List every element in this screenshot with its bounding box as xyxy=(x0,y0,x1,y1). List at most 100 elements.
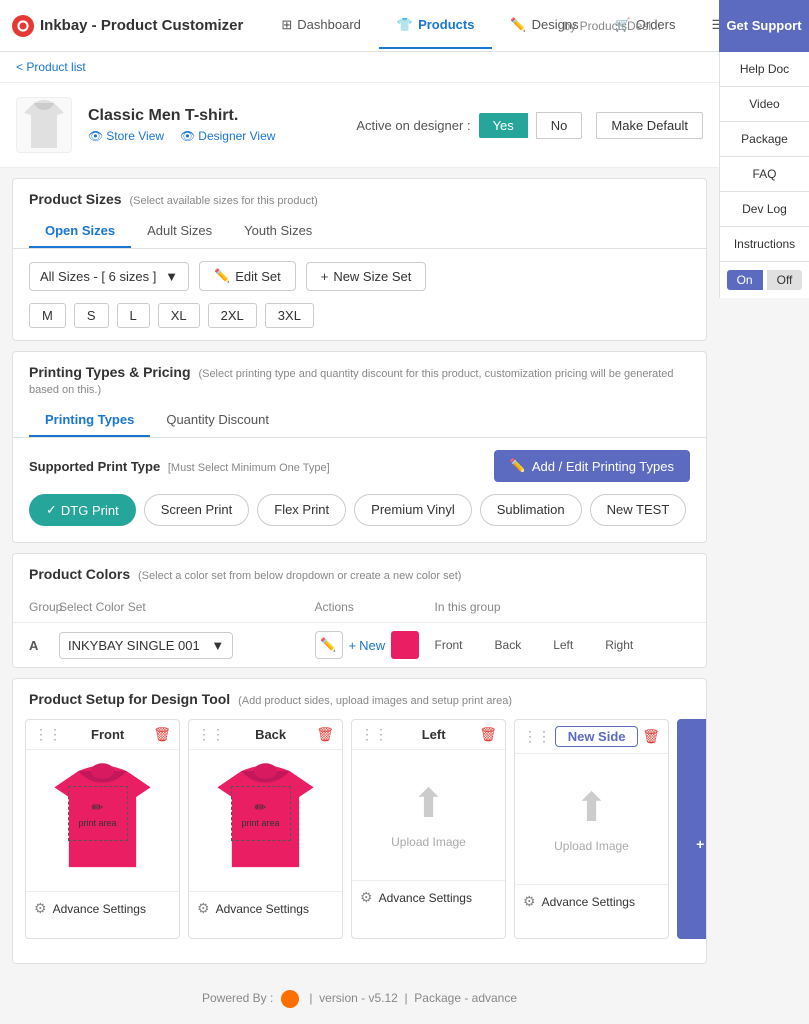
side-card-header-front: ⋮⋮ Front 🗑 xyxy=(26,720,179,750)
side-card-left: ⋮⋮ Left 🗑 ⬆ Upload Image ⚙ Advance Setti… xyxy=(351,719,506,939)
brand-title: Inkbay - Product Customizer xyxy=(40,17,243,34)
tab-youth-sizes[interactable]: Youth Sizes xyxy=(228,215,328,248)
colors-title: Product Colors (Select a color set from … xyxy=(13,554,706,582)
side-card-footer-back: ⚙ Advance Settings xyxy=(189,891,342,925)
side-card-header-left: ⋮⋮ Left 🗑 xyxy=(352,720,505,750)
print-types-list: ✓ DTG Print Screen Print Flex Print Prem… xyxy=(13,494,706,542)
top-nav: Inkbay - Product Customizer ⊞ Dashboard … xyxy=(0,0,809,52)
side-card-body-new: ⬆ Upload Image xyxy=(515,754,668,884)
toggle-on-button[interactable]: On xyxy=(727,270,763,290)
print-type-flex[interactable]: Flex Print xyxy=(257,494,346,526)
color-swatch[interactable] xyxy=(391,631,419,659)
yes-button[interactable]: Yes xyxy=(479,113,528,138)
eye-icon-2: 👁 xyxy=(180,129,195,143)
sidebar-faq[interactable]: FAQ xyxy=(720,157,809,192)
side-back-title: Back xyxy=(229,727,312,742)
side-card-back: ⋮⋮ Back 🗑 ✏ print area xyxy=(188,719,343,939)
print-type-premium[interactable]: Premium Vinyl xyxy=(354,494,472,526)
printing-title: Printing Types & Pricing (Select printin… xyxy=(13,352,706,396)
side-new-title[interactable]: New Side xyxy=(555,726,638,747)
advance-settings-left[interactable]: Advance Settings xyxy=(379,891,472,905)
size-s[interactable]: S xyxy=(74,303,109,328)
upload-left[interactable]: ⬆ Upload Image xyxy=(391,781,466,849)
sidebar-instructions[interactable]: Instructions xyxy=(720,227,809,262)
new-size-button[interactable]: + New Size Set xyxy=(306,262,427,291)
col-colorset-header: Select Color Set xyxy=(59,600,315,614)
active-label: Active on designer : xyxy=(356,118,470,133)
size-m[interactable]: M xyxy=(29,303,66,328)
front-tshirt: ✏ print area xyxy=(38,758,168,883)
drag-handle-icon-left[interactable]: ⋮⋮ xyxy=(360,726,388,743)
no-button[interactable]: No xyxy=(536,112,583,139)
product-sizes-section: Product Sizes (Select available sizes fo… xyxy=(12,178,707,341)
delete-left-icon[interactable]: 🗑 xyxy=(479,726,497,743)
eye-icon: 👁 xyxy=(88,129,103,143)
print-type-screen[interactable]: Screen Print xyxy=(144,494,250,526)
size-2xl[interactable]: 2XL xyxy=(208,303,257,328)
size-3xl[interactable]: 3XL xyxy=(265,303,314,328)
delete-front-icon[interactable]: 🗑 xyxy=(153,726,171,743)
advance-settings-new[interactable]: Advance Settings xyxy=(542,895,635,909)
designer-view-link[interactable]: 👁 Designer View xyxy=(180,129,275,143)
colorset-dropdown[interactable]: INKYBAY SINGLE 001 ▼ xyxy=(59,632,233,659)
edit-set-button[interactable]: ✏️ Edit Set xyxy=(199,261,296,291)
size-l[interactable]: L xyxy=(117,303,150,328)
toggle-off-button[interactable]: Off xyxy=(767,270,803,290)
side-card-header-back: ⋮⋮ Back 🗑 xyxy=(189,720,342,750)
edit-print-area-icon-back: ✏ xyxy=(255,799,267,816)
sizes-title: Product Sizes (Select available sizes fo… xyxy=(13,179,706,207)
support-button[interactable]: Get Support xyxy=(719,0,809,52)
new-colorset-button[interactable]: + New xyxy=(349,638,386,653)
delete-back-icon[interactable]: 🗑 xyxy=(316,726,334,743)
sidebar-package[interactable]: Package xyxy=(720,122,809,157)
size-dropdown[interactable]: All Sizes - [ 6 sizes ] ▼ xyxy=(29,262,189,291)
setup-title: Product Setup for Design Tool (Add produ… xyxy=(13,679,706,707)
sidebar-video[interactable]: Video xyxy=(720,87,809,122)
upload-text-new: Upload Image xyxy=(554,839,629,853)
gear-icon-back[interactable]: ⚙ xyxy=(197,900,210,917)
size-xl[interactable]: XL xyxy=(158,303,200,328)
nav-products[interactable]: 👕 Products xyxy=(379,3,493,49)
side-back-label: Back xyxy=(495,638,522,652)
gear-icon-left[interactable]: ⚙ xyxy=(360,889,373,906)
tab-quantity-discount[interactable]: Quantity Discount xyxy=(150,404,285,437)
add-edit-printing-types-button[interactable]: ✏️ Add / Edit Printing Types xyxy=(494,450,690,482)
gear-icon-new[interactable]: ⚙ xyxy=(523,893,536,910)
print-type-sublimation[interactable]: Sublimation xyxy=(480,494,582,526)
printing-types-section: Printing Types & Pricing (Select printin… xyxy=(12,351,707,543)
print-area-back[interactable]: ✏ print area xyxy=(231,786,291,841)
colors-table: Group Select Color Set Actions In this g… xyxy=(13,592,706,667)
advance-settings-front[interactable]: Advance Settings xyxy=(53,902,146,916)
add-side-button[interactable]: + + Side xyxy=(677,719,706,939)
print-type-dtg[interactable]: ✓ DTG Print xyxy=(29,494,136,526)
make-default-button[interactable]: Make Default xyxy=(596,112,703,139)
tab-open-sizes[interactable]: Open Sizes xyxy=(29,215,131,248)
plus-icon: + xyxy=(321,269,329,284)
inthisgroup-val: Front Back Left Right xyxy=(435,638,691,652)
product-name: Classic Men T-shirt. xyxy=(88,107,340,125)
store-view-link[interactable]: 👁 Store View xyxy=(88,129,164,143)
breadcrumb[interactable]: Product list xyxy=(0,52,719,83)
advance-settings-back[interactable]: Advance Settings xyxy=(216,902,309,916)
drag-handle-icon-back[interactable]: ⋮⋮ xyxy=(197,726,225,743)
gear-icon-front[interactable]: ⚙ xyxy=(34,900,47,917)
tab-printing-types[interactable]: Printing Types xyxy=(29,404,150,437)
brand-logo: Inkbay - Product Customizer xyxy=(12,15,243,37)
product-links: 👁 Store View 👁 Designer View xyxy=(88,129,340,143)
tab-adult-sizes[interactable]: Adult Sizes xyxy=(131,215,228,248)
upload-new[interactable]: ⬆ Upload Image xyxy=(554,785,629,853)
sizes-list: M S L XL 2XL 3XL xyxy=(13,303,706,340)
check-icon: ✓ xyxy=(46,502,57,518)
side-card-header-new: ⋮⋮ New Side 🗑 xyxy=(515,720,668,754)
sidebar-dev-log[interactable]: Dev Log xyxy=(720,192,809,227)
colorset-val: INKYBAY SINGLE 001 ▼ xyxy=(59,632,315,659)
nav-dashboard[interactable]: ⊞ Dashboard xyxy=(263,3,379,49)
drag-handle-icon-front[interactable]: ⋮⋮ xyxy=(34,726,62,743)
drag-handle-icon-new[interactable]: ⋮⋮ xyxy=(523,728,551,745)
print-type-new-test[interactable]: New TEST xyxy=(590,494,687,526)
print-area-front[interactable]: ✏ print area xyxy=(68,786,128,841)
sidebar-help-doc[interactable]: Help Doc xyxy=(720,52,809,87)
side-card-footer-left: ⚙ Advance Settings xyxy=(352,880,505,914)
edit-colorset-button[interactable]: ✏️ xyxy=(315,631,343,659)
delete-new-icon[interactable]: 🗑 xyxy=(642,728,660,745)
